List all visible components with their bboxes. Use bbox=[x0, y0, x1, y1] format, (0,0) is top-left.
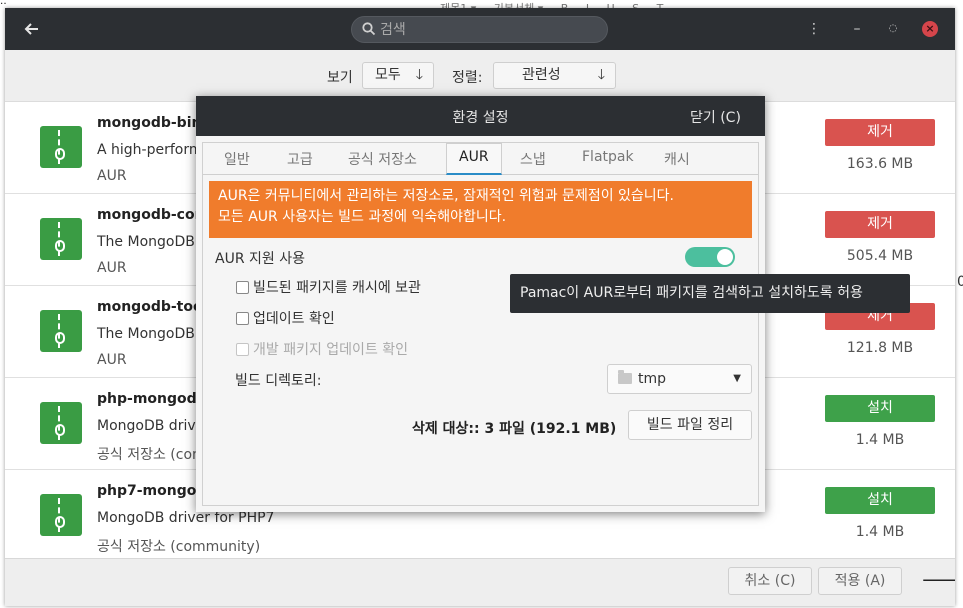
package-repo: AUR bbox=[97, 352, 127, 368]
search-icon bbox=[362, 22, 376, 36]
package-name: php-mongodb bbox=[97, 391, 207, 407]
delete-count: 3 파일 bbox=[484, 421, 525, 437]
tab-flatpak[interactable]: Flatpak bbox=[582, 149, 634, 165]
arrow-right-icon[interactable]: 🡒 bbox=[921, 570, 955, 591]
arrow-down-icon: 🡓 bbox=[415, 67, 423, 83]
package-archive-icon bbox=[40, 310, 82, 352]
clean-build-files-button[interactable]: 빌드 파일 정리 bbox=[628, 410, 752, 440]
tab-advanced[interactable]: 고급 bbox=[287, 149, 313, 169]
package-description: MongoDB driver for PHP7 bbox=[97, 510, 275, 526]
install-button[interactable]: 설치 bbox=[825, 395, 935, 422]
sort-label: 정렬: bbox=[452, 70, 483, 86]
package-size: 1.4 MB bbox=[855, 524, 905, 540]
tab-general[interactable]: 일반 bbox=[224, 149, 250, 169]
aur-support-label: AUR 지원 사용 bbox=[215, 251, 305, 267]
keep-built-packages-option[interactable]: 빌드된 패키지를 캐시에 보관 bbox=[236, 277, 421, 297]
package-repo: 공식 저장소 (community) bbox=[97, 539, 261, 555]
menu-icon[interactable]: ⋮ bbox=[803, 18, 825, 40]
sort-value: 관련성 bbox=[522, 67, 561, 83]
delete-size: (192.1 MB) bbox=[529, 421, 617, 437]
bg-toolbar-item: 기본서체 ▾ bbox=[494, 0, 544, 8]
tab-snap[interactable]: 스냅 bbox=[520, 149, 546, 169]
install-button[interactable]: 설치 bbox=[825, 487, 935, 514]
package-repo: AUR bbox=[97, 260, 127, 276]
check-dev-updates-checkbox bbox=[236, 343, 249, 356]
remove-button[interactable]: 제거 bbox=[825, 119, 935, 146]
package-archive-icon bbox=[40, 402, 82, 444]
package-repo: AUR bbox=[97, 168, 127, 184]
keep-built-checkbox[interactable] bbox=[236, 281, 249, 294]
check-dev-updates-option: 개발 패키지 업데이트 확인 bbox=[236, 339, 408, 359]
caret-down-icon: ▼ bbox=[733, 373, 741, 384]
check-updates-label: 업데이트 확인 bbox=[253, 311, 335, 327]
package-archive-icon bbox=[40, 126, 82, 168]
check-updates-option[interactable]: 업데이트 확인 bbox=[236, 308, 335, 328]
dialog-body: 일반 고급 공식 저장소 AUR 스냅 Flatpak 캐시 AUR은 커뮤니티… bbox=[202, 142, 759, 506]
search-box[interactable] bbox=[351, 16, 608, 43]
transaction-bar: 취소 (C) 적용 (A) 🡒 bbox=[5, 558, 955, 606]
check-updates-checkbox[interactable] bbox=[236, 312, 249, 325]
dialog-close-button[interactable]: 닫기 (C) bbox=[690, 107, 741, 127]
view-value: 모두 bbox=[375, 67, 401, 83]
package-archive-icon bbox=[40, 218, 82, 260]
back-button[interactable] bbox=[21, 18, 43, 40]
sort-dropdown[interactable]: 관련성 🡓 bbox=[493, 62, 616, 89]
toggle-knob bbox=[717, 249, 733, 265]
delete-summary: 삭제 대상:: 3 파일 (192.1 MB) bbox=[412, 418, 616, 438]
background-text-fragment: 0 bbox=[957, 274, 963, 290]
dialog-header: 환경 설정 닫기 (C) bbox=[196, 96, 765, 136]
package-size: 1.4 MB bbox=[855, 432, 905, 448]
background-toolbar-fragment: 제목1 ▾ 기본서체 ▾ B I U S T bbox=[440, 0, 860, 8]
search-input[interactable] bbox=[380, 20, 600, 40]
warning-line: 모든 AUR 사용자는 빌드 과정에 익숙해야합니다. bbox=[218, 209, 507, 225]
build-dir-label: 빌드 디렉토리: bbox=[235, 373, 322, 389]
keep-built-label: 빌드된 패키지를 캐시에 보관 bbox=[253, 280, 421, 296]
delete-label: 삭제 대상:: bbox=[412, 421, 480, 437]
aur-support-toggle[interactable] bbox=[685, 247, 735, 267]
view-dropdown[interactable]: 모두 🡓 bbox=[362, 62, 434, 89]
minimize-icon[interactable]: – bbox=[846, 18, 868, 40]
close-icon[interactable]: × bbox=[922, 21, 938, 37]
build-dir-chooser[interactable]: tmp ▼ bbox=[607, 364, 752, 394]
bg-toolbar-item: 제목1 ▾ bbox=[440, 0, 476, 8]
view-label: 보기 bbox=[327, 70, 353, 86]
maximize-icon[interactable]: ◌ bbox=[882, 18, 904, 40]
preferences-tabs: 일반 고급 공식 저장소 AUR 스냅 Flatpak 캐시 bbox=[203, 143, 758, 175]
cancel-button[interactable]: 취소 (C) bbox=[728, 567, 812, 595]
filter-bar: 보기 모두 🡓 정렬: 관련성 🡓 bbox=[5, 50, 955, 102]
dialog-title: 환경 설정 bbox=[452, 110, 509, 126]
tab-official-repos[interactable]: 공식 저장소 bbox=[348, 149, 417, 169]
package-name: mongodb-bin bbox=[97, 115, 202, 131]
package-size: 121.8 MB bbox=[846, 340, 914, 356]
package-size: 163.6 MB bbox=[846, 156, 914, 172]
header-bar: ⋮ – ◌ × bbox=[5, 8, 955, 50]
build-dir-value: tmp bbox=[638, 371, 667, 387]
arrow-down-icon: 🡓 bbox=[597, 67, 605, 83]
remove-button[interactable]: 제거 bbox=[825, 211, 935, 238]
tab-aur[interactable]: AUR bbox=[459, 149, 489, 165]
check-dev-updates-label: 개발 패키지 업데이트 확인 bbox=[253, 342, 409, 358]
warning-line: AUR은 커뮤니티에서 관리하는 저장소로, 잠재적인 위험과 문제점이 있습니… bbox=[218, 188, 675, 204]
package-size: 505.4 MB bbox=[846, 248, 914, 264]
aur-warning-banner: AUR은 커뮤니티에서 관리하는 저장소로, 잠재적인 위험과 문제점이 있습니… bbox=[209, 181, 752, 238]
arrow-left-icon bbox=[24, 23, 38, 35]
stray-ellipsis: … bbox=[0, 0, 6, 4]
aur-toggle-tooltip: Pamac이 AUR로부터 패키지를 검색하고 설치하도록 허용 bbox=[510, 274, 910, 313]
folder-icon bbox=[618, 370, 632, 384]
apply-button[interactable]: 적용 (A) bbox=[818, 567, 902, 595]
tab-cache[interactable]: 캐시 bbox=[664, 149, 690, 169]
package-archive-icon bbox=[40, 494, 82, 536]
